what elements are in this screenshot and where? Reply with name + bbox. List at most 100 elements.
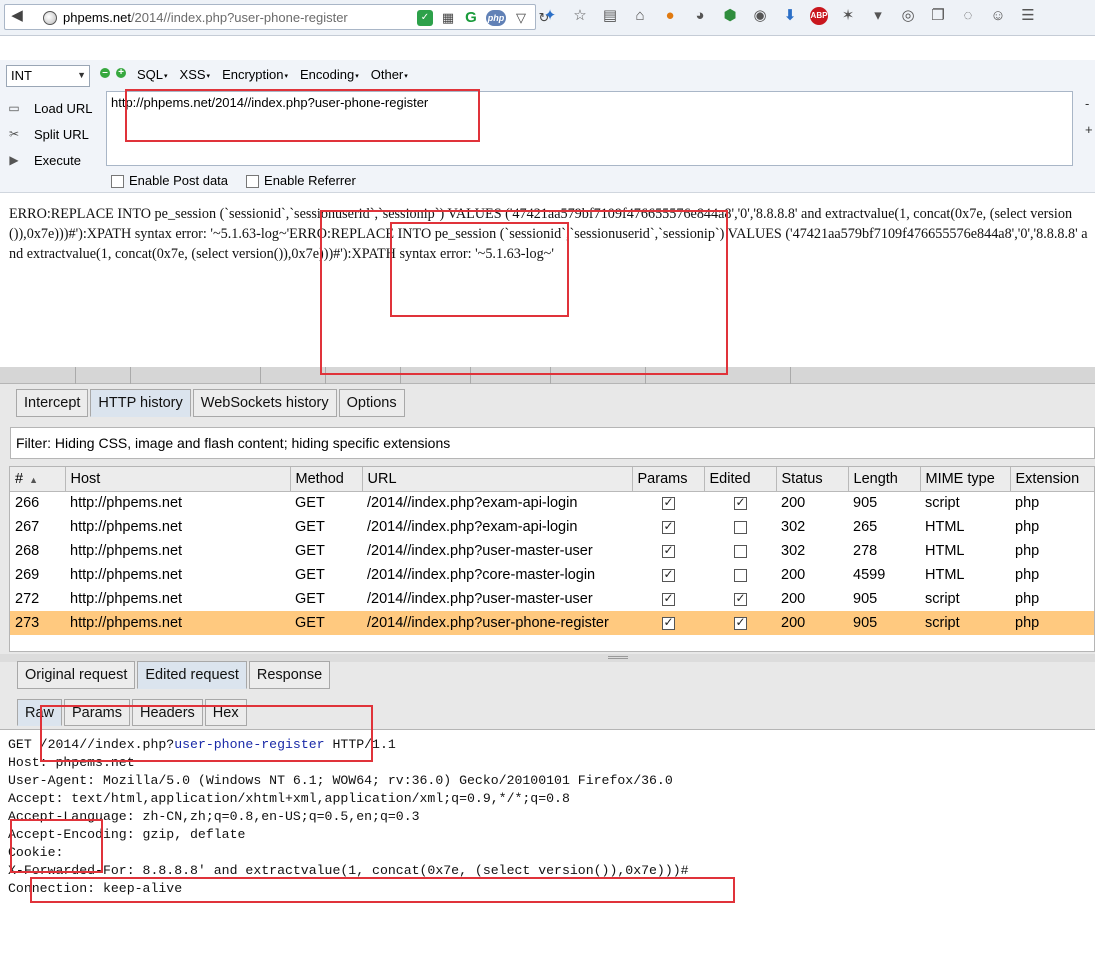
params-checkbox[interactable]	[661, 543, 675, 558]
palette-icon[interactable]: ◕	[690, 6, 710, 26]
filter-bar[interactable]: Filter: Hiding CSS, image and flash cont…	[10, 427, 1095, 459]
hackbar-url-input[interactable]: http://phpems.net/2014//index.php?user-p…	[106, 91, 1073, 166]
decrease-icon[interactable]: –	[100, 68, 110, 78]
address-text[interactable]: phpems.net/2014//index.php?user-phone-re…	[63, 10, 348, 25]
security-addon-icon[interactable]: ⬢	[720, 6, 740, 26]
settings-addon-icon[interactable]: ◉	[750, 6, 770, 26]
expand-button[interactable]: +	[1085, 122, 1093, 137]
request-protocol: HTTP/1.1	[324, 737, 396, 752]
menu-encryption[interactable]: Encryption▾	[222, 67, 288, 82]
cell-host: http://phpems.net	[70, 591, 183, 607]
tab-response[interactable]: Response	[248, 661, 331, 689]
split-url-button[interactable]: ✂ Split URL	[6, 121, 93, 147]
col-header-edited[interactable]: Edited	[704, 467, 777, 492]
load-url-button[interactable]: ▭ Load URL	[6, 95, 92, 121]
tab-params[interactable]: Params	[64, 699, 130, 726]
tab-websockets-history[interactable]: WebSockets history	[192, 389, 337, 417]
col-header-url[interactable]: URL	[362, 467, 633, 492]
window-icon[interactable]: ❐	[928, 6, 948, 26]
cell-url: /2014//index.php?exam-api-login	[367, 519, 578, 535]
download-icon[interactable]: ⬇	[780, 6, 800, 26]
params-checkbox[interactable]	[661, 567, 675, 582]
tab-original-request[interactable]: Original request	[17, 661, 136, 689]
params-checkbox[interactable]	[661, 519, 675, 534]
edited-checkbox[interactable]	[733, 568, 747, 582]
table-row[interactable]: 269 http://phpems.net GET/2014//index.php?…	[10, 563, 1094, 587]
table-row[interactable]: 266 http://phpems.net GET/2014//index.php?…	[10, 491, 1094, 515]
g-icon[interactable]: G	[463, 10, 479, 26]
extension-icon[interactable]: ✦	[540, 6, 560, 26]
qr-code-icon[interactable]: ▦	[440, 10, 456, 26]
execute-icon: ▶	[9, 153, 19, 167]
col-header-length[interactable]: Length	[848, 467, 921, 492]
tab-headers[interactable]: Headers	[131, 699, 203, 726]
shield-icon[interactable]: ✓	[417, 10, 433, 26]
globe-icon	[43, 11, 57, 25]
enable-post-checkbox[interactable]: Enable Post data	[111, 173, 228, 189]
back-icon[interactable]: ◀	[9, 8, 25, 24]
edited-checkbox[interactable]	[733, 520, 747, 534]
enable-referrer-box[interactable]	[246, 175, 260, 189]
chevron-down-icon: ▼	[77, 70, 86, 80]
col-header-host[interactable]: Host	[65, 467, 291, 492]
edited-checkbox[interactable]	[733, 544, 747, 558]
col-header-mime-type[interactable]: MIME type	[920, 467, 1011, 492]
cell-method: GET	[290, 611, 362, 635]
shrink-button[interactable]: -	[1085, 96, 1089, 111]
cell-edited	[704, 611, 776, 635]
table-row[interactable]: 268 http://phpems.net GET/2014//index.php?…	[10, 539, 1094, 563]
enable-referrer-checkbox[interactable]: Enable Referrer	[246, 173, 356, 189]
proxy-icon[interactable]: ◎	[898, 6, 918, 26]
col-header-method[interactable]: Method	[290, 467, 363, 492]
tab-options[interactable]: Options	[338, 389, 405, 417]
menu-dropdown-icon[interactable]: ▾	[868, 6, 888, 26]
dropdown-icon[interactable]: ▽	[513, 10, 529, 26]
address-bar[interactable]: ◀ phpems.net/2014//index.php?user-phone-…	[4, 4, 549, 30]
col-header-id[interactable]: # ▲	[10, 467, 66, 492]
params-checkbox[interactable]	[661, 591, 675, 606]
enable-post-box[interactable]	[111, 175, 124, 189]
params-checkbox[interactable]	[661, 495, 675, 510]
menu-xss[interactable]: XSS▾	[180, 67, 211, 82]
raw-request-text[interactable]: GET /2014//index.php?user-phone-register…	[8, 736, 689, 898]
bookmark-star-icon[interactable]: ☆	[570, 6, 590, 26]
params-checkbox[interactable]	[661, 615, 675, 630]
cell-url: /2014//index.php?user-phone-register	[362, 611, 632, 635]
home-icon[interactable]: ⌂	[630, 6, 650, 26]
menu-encoding[interactable]: Encoding▾	[300, 67, 359, 82]
table-row[interactable]: 273 http://phpems.net GET/2014//index.php?…	[10, 611, 1094, 635]
chat-icon[interactable]: ☺	[988, 6, 1008, 26]
raw-request-editor[interactable]: GET /2014//index.php?user-phone-register…	[0, 729, 1095, 972]
table-row[interactable]: 272 http://phpems.net GET/2014//index.php?…	[10, 587, 1094, 611]
cell-method: GET	[295, 567, 325, 583]
header-user-agent: User-Agent: Mozilla/5.0 (Windows NT 6.1;…	[8, 773, 673, 788]
adblock-icon[interactable]: ABP	[810, 7, 828, 25]
edited-checkbox[interactable]	[733, 591, 747, 606]
cell-extension: php	[1010, 611, 1094, 635]
col-header-params[interactable]: Params	[632, 467, 705, 492]
menu-other[interactable]: Other▾	[371, 67, 408, 82]
tools-icon[interactable]: ✶	[838, 6, 858, 26]
tab-hex[interactable]: Hex	[204, 699, 247, 726]
bookmarks-list-icon[interactable]: ▤	[600, 6, 620, 26]
firebug-icon[interactable]: ●	[660, 6, 680, 26]
sync-icon[interactable]: ◌	[958, 6, 978, 26]
tab-raw[interactable]: Raw	[17, 699, 63, 726]
tab-edited-request[interactable]: Edited request	[137, 661, 247, 689]
burp-proxy-panel: Intercept HTTP history WebSockets histor…	[0, 367, 1095, 972]
hamburger-menu-icon[interactable]: ☰	[1018, 6, 1038, 26]
edited-checkbox[interactable]	[733, 615, 747, 630]
increase-icon[interactable]: +	[116, 68, 126, 78]
php-icon[interactable]: php	[486, 10, 506, 26]
edited-checkbox[interactable]	[733, 495, 747, 510]
splitter-grip-icon[interactable]	[608, 656, 628, 659]
tab-intercept[interactable]: Intercept	[16, 389, 89, 417]
cell-id: 267	[15, 519, 40, 535]
table-row[interactable]: 267 http://phpems.net GET/2014//index.php?…	[10, 515, 1094, 539]
type-select[interactable]: INT ▼	[6, 65, 90, 87]
menu-sql[interactable]: SQL▾	[137, 67, 168, 82]
execute-button[interactable]: ▶ Execute	[6, 147, 93, 173]
tab-http-history[interactable]: HTTP history	[90, 389, 191, 417]
col-header-status[interactable]: Status	[776, 467, 849, 492]
col-header-extension[interactable]: Extension	[1010, 467, 1094, 492]
